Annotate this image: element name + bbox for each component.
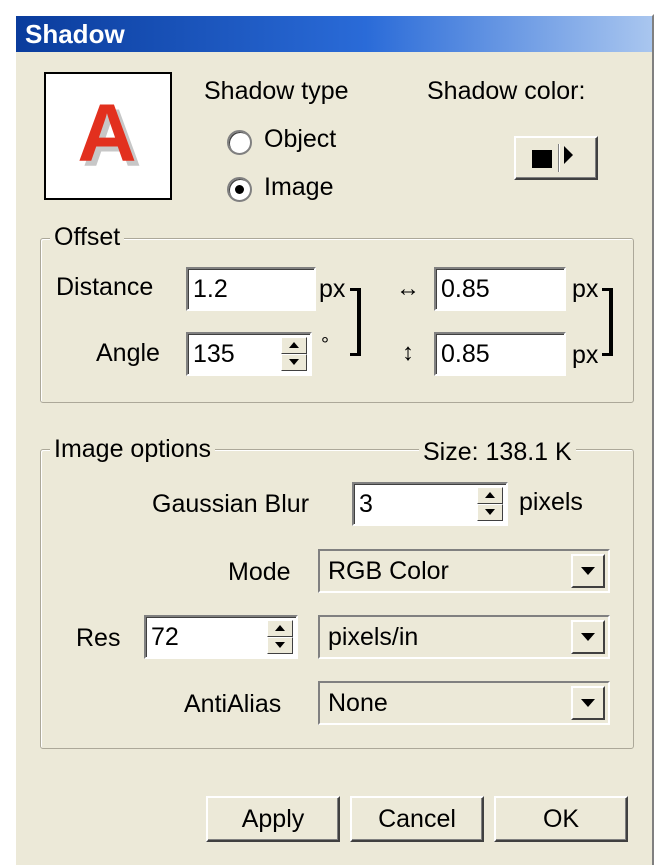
chevron-down-icon[interactable] [571, 554, 605, 588]
res-label: Res [76, 624, 121, 652]
shadow-color-button[interactable] [514, 136, 598, 180]
distance-unit: px [319, 275, 346, 303]
chevron-down-icon[interactable] [571, 620, 605, 654]
res-value: 72 [151, 623, 179, 651]
link-bracket-left[interactable] [350, 288, 361, 356]
chevron-down-icon[interactable] [571, 686, 605, 720]
shadow-color-label: Shadow color: [427, 77, 586, 105]
angle-label: Angle [96, 339, 160, 367]
shadow-dialog: Shadow A A Shadow type Object Image Shad… [14, 14, 654, 865]
radio-object-label[interactable]: Object [264, 125, 336, 154]
offset-group [40, 238, 634, 403]
mode-dropdown[interactable]: RGB Color [318, 549, 610, 593]
mode-value: RGB Color [328, 557, 449, 585]
dialog-title: Shadow [16, 16, 652, 52]
antialias-dropdown[interactable]: None [318, 681, 610, 725]
shadow-preview: A A [44, 72, 172, 200]
offset-x-unit: px [572, 275, 599, 303]
gaussian-blur-input[interactable]: 3 [352, 482, 508, 526]
menu-arrow-icon [564, 146, 573, 164]
antialias-label: AntiAlias [184, 690, 282, 718]
offset-y-input[interactable]: 0.85 [434, 332, 566, 376]
gaussian-blur-value: 3 [359, 490, 373, 518]
angle-unit: ° [321, 334, 329, 356]
angle-input[interactable]: 135 [186, 332, 312, 376]
res-unit-value: pixels/in [328, 623, 419, 651]
res-input[interactable]: 72 [144, 615, 298, 659]
ok-button[interactable]: OK [494, 796, 628, 842]
apply-button[interactable]: Apply [206, 796, 340, 842]
svg-text:A: A [77, 88, 136, 179]
link-bracket-right[interactable] [602, 288, 613, 356]
offset-legend: Offset [50, 223, 125, 252]
offset-y-unit: px [572, 341, 599, 369]
gaussian-blur-label: Gaussian Blur [152, 490, 310, 518]
button-separator [558, 144, 560, 172]
res-spinner[interactable] [267, 620, 293, 654]
radio-image[interactable] [227, 177, 252, 202]
angle-spinner[interactable] [281, 337, 307, 371]
vertical-arrows-icon: ↕ [402, 339, 414, 366]
radio-object[interactable] [227, 130, 252, 155]
image-size-label: Size: 138.1 K [419, 438, 576, 467]
res-unit-dropdown[interactable]: pixels/in [318, 615, 610, 659]
gaussian-blur-unit: pixels [519, 488, 583, 516]
radio-image-label[interactable]: Image [264, 173, 333, 202]
distance-label: Distance [56, 273, 154, 301]
angle-value: 135 [193, 340, 235, 368]
antialias-value: None [328, 689, 388, 717]
shadow-type-label: Shadow type [204, 77, 349, 105]
color-swatch [532, 150, 552, 168]
preview-letter-icon: A A [77, 88, 141, 184]
gaussian-blur-spinner[interactable] [477, 487, 503, 521]
mode-label: Mode [228, 558, 291, 586]
horizontal-arrows-icon: ↔ [396, 275, 420, 302]
image-options-legend: Image options [50, 435, 216, 464]
offset-x-input[interactable]: 0.85 [434, 267, 566, 311]
distance-input[interactable]: 1.2 [186, 267, 316, 311]
cancel-button[interactable]: Cancel [350, 796, 484, 842]
